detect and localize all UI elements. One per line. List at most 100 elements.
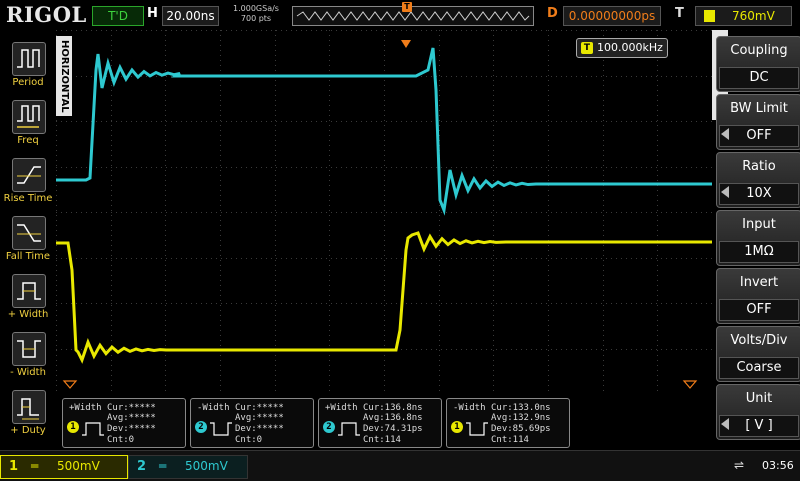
measurement-dev: Dev:***** — [235, 424, 284, 434]
left-marker-icon — [62, 380, 78, 389]
unit-menu[interactable]: Unit [ V ] — [716, 384, 800, 440]
coupling-title: Coupling — [730, 43, 788, 58]
input-impedance-menu[interactable]: Input 1MΩ — [716, 210, 800, 266]
volts-div-menu[interactable]: Volts/Div Coarse — [716, 326, 800, 382]
measure-pos-width-button[interactable]: + Width — [4, 272, 54, 330]
positive-duty-icon — [12, 390, 46, 424]
unit-title: Unit — [745, 391, 773, 406]
measurement-box[interactable]: +Width 2 Cur:136.8ns Avg:136.8ns Dev:74.… — [318, 398, 442, 448]
horizontal-menu-tab[interactable]: HORIZONTAL — [56, 36, 72, 116]
measurement-cnt: Cnt:0 — [107, 435, 135, 445]
trigger-level-box[interactable]: 760mV — [695, 6, 792, 26]
measurement-dev: Dev:85.69ps — [491, 424, 551, 434]
rising-edge-trigger-icon — [704, 10, 715, 22]
channel-1-badge: 1 — [451, 421, 463, 433]
measurement-title: +Width — [325, 403, 358, 413]
fall-time-icon — [12, 216, 46, 250]
ch2-scale-tag[interactable]: 2 ═ 500mV — [128, 455, 248, 479]
positive-width-icon — [338, 422, 360, 436]
bw-limit-menu[interactable]: BW Limit OFF — [716, 94, 800, 150]
measurement-avg: Avg:***** — [107, 413, 156, 423]
measurement-cnt: Cnt:114 — [491, 435, 529, 445]
measurement-cnt: Cnt:114 — [363, 435, 401, 445]
negative-width-icon — [466, 422, 488, 436]
ch2-scale: 500mV — [185, 459, 228, 473]
left-arrow-icon — [721, 186, 729, 198]
top-status-bar: RIGOL T'D H 20.00ns 1.000GSa/s 700 pts T… — [0, 0, 800, 30]
channel-menu: CH1 Coupling DC BW Limit OFF Ratio 10X I… — [712, 30, 800, 450]
frequency-counter: T 100.000kHz — [576, 38, 668, 58]
measurement-cur: Cur:133.0ns — [491, 403, 551, 413]
timebase-value[interactable]: 20.00ns — [162, 6, 219, 26]
measure-period-button[interactable]: Period — [4, 40, 54, 98]
ch1-number: 1 — [9, 459, 19, 474]
negative-width-icon — [12, 332, 46, 366]
measure-period-label: Period — [12, 77, 44, 88]
volts-div-title: Volts/Div — [730, 333, 788, 348]
measure-fall-time-button[interactable]: Fall Time — [4, 214, 54, 272]
measure-pos-duty-button[interactable]: + Duty — [4, 388, 54, 446]
waveform-display[interactable] — [56, 30, 713, 395]
dc-coupling-icon: ═ — [31, 459, 39, 473]
graticule — [56, 30, 713, 395]
measurement-title: -Width — [453, 403, 486, 413]
bw-limit-value: OFF — [719, 125, 799, 147]
measure-menu: Period Freq Rise Time Fall Time + Width … — [0, 30, 56, 450]
channel-2-badge: 2 — [195, 421, 207, 433]
ch2-number: 2 — [137, 459, 147, 474]
left-arrow-icon — [721, 418, 729, 430]
rise-time-icon — [12, 158, 46, 192]
measurement-cnt: Cnt:0 — [235, 435, 263, 445]
invert-value: OFF — [719, 299, 799, 321]
measure-rise-time-label: Rise Time — [3, 193, 53, 204]
left-arrow-icon — [721, 128, 729, 140]
measurement-dev: Dev:74.31ps — [363, 424, 423, 434]
measure-freq-button[interactable]: Freq — [4, 98, 54, 156]
trigger-counter-icon: T — [581, 42, 593, 54]
trigger-time-marker[interactable] — [401, 40, 411, 48]
frequency-icon — [12, 100, 46, 134]
negative-width-icon — [210, 422, 232, 436]
sample-info: 1.000GSa/s 700 pts — [226, 4, 286, 24]
measurement-cur: Cur:136.8ns — [363, 403, 423, 413]
measurement-panel: +Width 1 Cur:***** Avg:***** Dev:***** C… — [56, 394, 712, 450]
trigger-level: 760mV — [732, 9, 775, 23]
measurement-cur: Cur:***** — [235, 403, 284, 413]
ch1-scale-tag[interactable]: 1 ═ 500mV — [0, 455, 128, 479]
measure-fall-time-label: Fall Time — [5, 251, 51, 262]
channel-1-badge: 1 — [67, 421, 79, 433]
measurement-avg: Avg:***** — [235, 413, 284, 423]
memory-overview-bar — [292, 6, 534, 26]
positive-width-icon — [12, 274, 46, 308]
input-title: Input — [742, 217, 776, 232]
delay-label: D — [547, 6, 558, 21]
ratio-menu[interactable]: Ratio 10X — [716, 152, 800, 208]
measurement-box[interactable]: -Width 1 Cur:133.0ns Avg:132.9ns Dev:85.… — [446, 398, 570, 448]
delay-value[interactable]: 0.00000000ps — [563, 6, 661, 26]
run-state-indicator[interactable]: T'D — [92, 6, 144, 26]
coupling-value: DC — [719, 67, 799, 89]
input-value: 1MΩ — [719, 241, 799, 263]
bw-limit-title: BW Limit — [730, 101, 788, 116]
bottom-status-bar: 1 ═ 500mV 2 ═ 500mV ⇌ 03:56 — [0, 450, 800, 481]
measurement-title: +Width — [69, 403, 102, 413]
measure-neg-width-button[interactable]: - Width — [4, 330, 54, 388]
trigger-label: T — [675, 6, 684, 21]
right-marker-icon — [682, 380, 698, 389]
period-icon — [12, 42, 46, 76]
ratio-title: Ratio — [742, 159, 776, 174]
memory-depth: 700 pts — [240, 14, 272, 23]
trigger-position-marker: T — [402, 2, 412, 12]
measurement-box[interactable]: -Width 2 Cur:***** Avg:***** Dev:***** C… — [190, 398, 314, 448]
measure-rise-time-button[interactable]: Rise Time — [4, 156, 54, 214]
measure-pos-width-label: + Width — [7, 309, 49, 320]
coupling-menu[interactable]: Coupling DC — [716, 36, 800, 92]
volts-div-value: Coarse — [719, 357, 799, 379]
invert-menu[interactable]: Invert OFF — [716, 268, 800, 324]
sample-rate: 1.000GSa/s — [233, 4, 279, 13]
unit-value: [ V ] — [719, 415, 799, 437]
measurement-box[interactable]: +Width 1 Cur:***** Avg:***** Dev:***** C… — [62, 398, 186, 448]
measure-freq-label: Freq — [17, 135, 39, 146]
invert-title: Invert — [739, 275, 779, 290]
usb-icon: ⇌ — [734, 458, 745, 472]
